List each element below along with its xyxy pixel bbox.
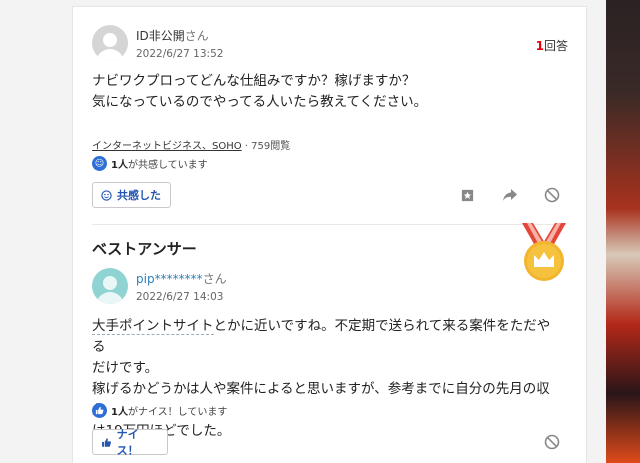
qa-card: ID非公開さん 2022/6/27 13:52 1回答 ナビワクプロってどんな仕…	[72, 6, 587, 463]
nice-button-label: ナイス！	[116, 428, 139, 457]
answer-linked-keyword[interactable]: 大手ポイントサイト	[92, 318, 214, 335]
view-count: 759閲覧	[251, 141, 291, 152]
question-line-1: ナビワクプロってどんな仕組みですか？稼げますか？	[92, 73, 416, 89]
best-answer-heading: ベストアンサー	[92, 240, 197, 258]
answer-avatar[interactable]	[92, 268, 128, 304]
nice-count: 1人	[111, 407, 128, 418]
question-user-suffix: さん	[184, 29, 209, 43]
smile-icon	[101, 189, 112, 201]
bookmark-icon[interactable]	[458, 186, 476, 204]
answer-count: 1回答	[536, 37, 568, 54]
question-line-2: 気になっているのでやってる人いたら教えてください。	[92, 94, 428, 110]
nice-status: 1人がナイス！しています	[92, 403, 227, 418]
answer-body: 大手ポイントサイトとかに近いですね。不定期で送られて来る案件をただやる だけです…	[92, 316, 562, 442]
answer-line-1: 大手ポイントサイトとかに近いですね。不定期で送られて来る案件をただやる	[92, 316, 562, 358]
answer-user-suffix: さん	[202, 272, 227, 286]
question-avatar[interactable]	[92, 25, 128, 61]
empathy-button[interactable]: 共感した	[92, 182, 171, 208]
empathy-status: ☺ 1人が共感しています	[92, 156, 208, 171]
answer-block-icon[interactable]	[543, 433, 561, 451]
question-body: ナビワクプロってどんな仕組みですか？稼げますか？ 気になっているのでやってる人い…	[92, 71, 562, 113]
nice-text: がナイス！しています	[127, 407, 228, 418]
answer-date: 2022/6/27 14:03	[136, 291, 224, 303]
category-link[interactable]: インターネットビジネス、SOHO	[92, 141, 242, 152]
empathy-text: が共感しています	[127, 160, 208, 171]
thumbs-up-icon	[92, 403, 107, 418]
side-illustration	[606, 0, 640, 463]
block-icon[interactable]	[543, 186, 561, 204]
answer-user-name[interactable]: pip********	[136, 272, 203, 286]
answer-count-number: 1	[535, 39, 544, 53]
question-meta: インターネットビジネス、SOHO · 759閲覧	[92, 141, 291, 152]
thumbs-up-small-icon	[102, 437, 111, 447]
section-divider	[92, 224, 567, 225]
answer-user[interactable]: pip********さん	[136, 270, 227, 287]
crown-medal-icon	[520, 223, 568, 283]
empathy-button-label: 共感した	[117, 189, 161, 202]
answer-count-label: 回答	[543, 39, 568, 53]
question-user[interactable]: ID非公開さん	[136, 27, 209, 44]
share-icon[interactable]	[501, 186, 519, 204]
answer-line-2: だけです。	[92, 360, 159, 376]
question-user-name[interactable]: ID非公開	[136, 29, 185, 43]
question-date: 2022/6/27 13:52	[136, 48, 224, 60]
nice-button[interactable]: ナイス！	[92, 428, 168, 457]
empathy-icon: ☺	[92, 156, 107, 171]
empathy-count: 1人	[111, 160, 128, 171]
